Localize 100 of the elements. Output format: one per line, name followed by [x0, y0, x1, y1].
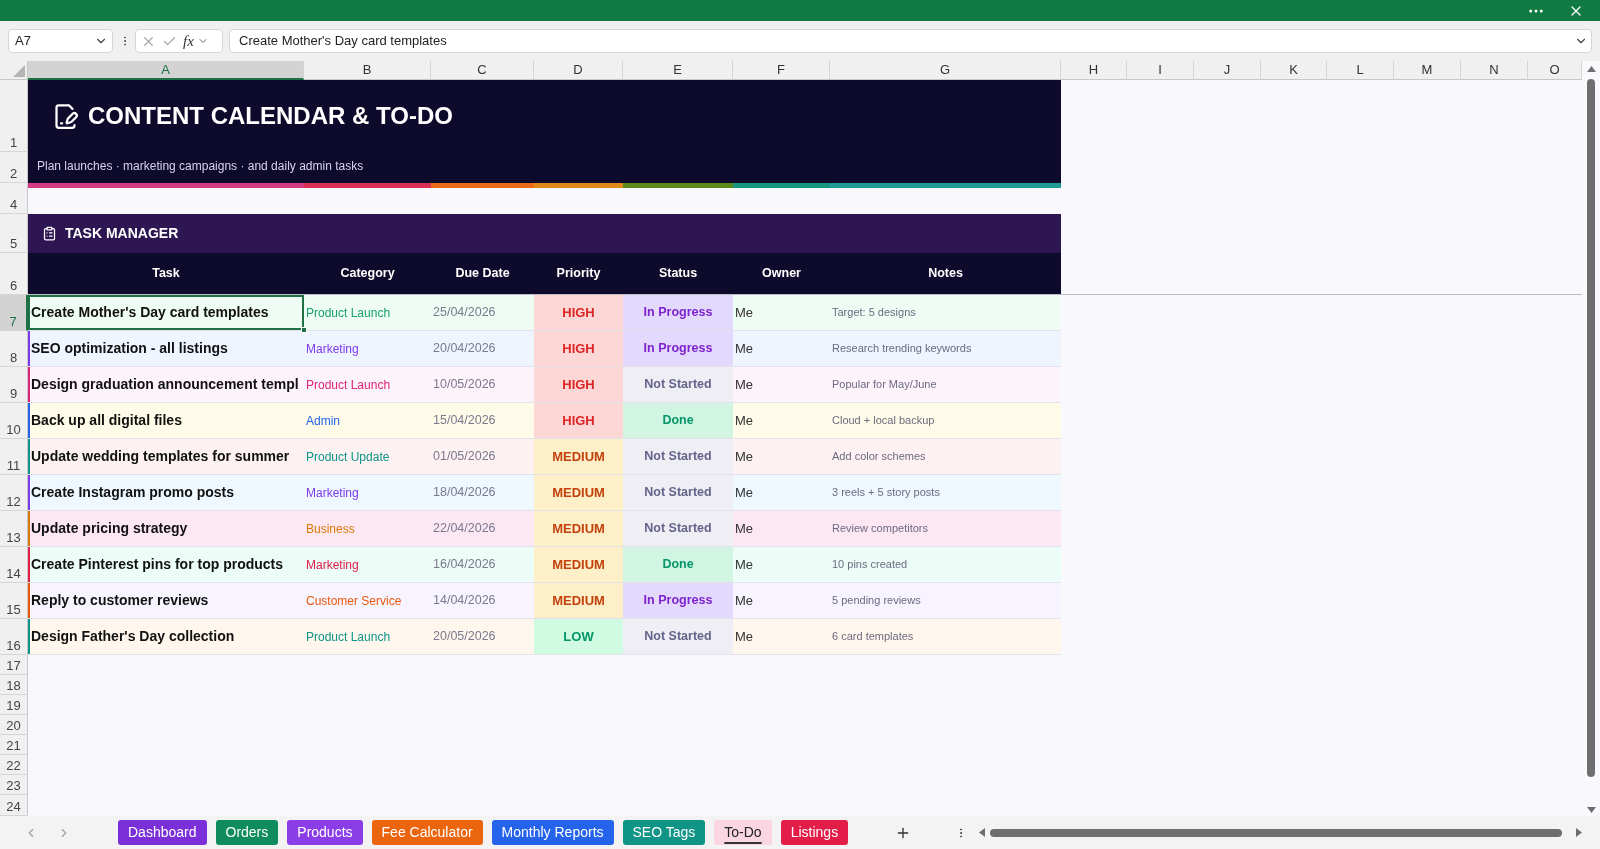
status-cell: Done [623, 403, 733, 438]
insert-function-button[interactable]: fx [183, 33, 194, 49]
row-header[interactable]: 17 [0, 655, 28, 675]
status-cell: In Progress [623, 583, 733, 618]
date-cell-text: 15/04/2026 [432, 412, 497, 430]
owner-cell-text: Me [734, 375, 755, 394]
triangle-icon [13, 65, 25, 77]
column-heading: Due Date [454, 265, 511, 283]
column-header[interactable]: A [28, 61, 304, 80]
row-header[interactable]: 20 [0, 715, 28, 735]
column-header[interactable]: I [1127, 61, 1194, 80]
row-header[interactable]: 4 [0, 188, 28, 214]
triangle-down-icon[interactable] [1586, 807, 1596, 813]
category-cell-text: Admin [305, 412, 341, 430]
row-header[interactable]: 2 [0, 152, 28, 183]
row-header[interactable]: 1 [0, 80, 28, 152]
column-header[interactable]: D [534, 61, 623, 80]
triangle-right-icon[interactable] [1576, 828, 1582, 837]
category-cell-text: Marketing [305, 556, 360, 574]
sheet-tab[interactable]: Dashboard [118, 820, 207, 845]
status-cell: Done [623, 547, 733, 582]
column-heading: Status [657, 265, 699, 283]
column-header[interactable]: M [1394, 61, 1461, 80]
column-header[interactable]: K [1261, 61, 1327, 80]
notes-cell-text: Add color schemes [831, 449, 927, 465]
sheet-tab[interactable]: Orders [215, 820, 279, 845]
column-header[interactable]: H [1061, 61, 1127, 80]
row-header[interactable]: 18 [0, 675, 28, 695]
owner-cell-text: Me [734, 411, 755, 430]
status-cell: In Progress [623, 331, 733, 366]
row-header[interactable]: 16 [0, 619, 28, 655]
task-cell: Create Mother's Day card templates [28, 295, 304, 330]
row-header[interactable]: 8 [0, 331, 28, 367]
notes-cell-text: Popular for May/June [831, 377, 938, 393]
row-header[interactable]: 14 [0, 547, 28, 583]
row-header[interactable]: 21 [0, 735, 28, 755]
row-header[interactable]: 12 [0, 475, 28, 511]
formula-input[interactable]: Create Mother's Day card templates [229, 29, 1592, 53]
sheet-tab[interactable]: Listings [780, 820, 849, 845]
notes-cell-text: 10 pins created [831, 557, 909, 573]
sheet-tab[interactable]: SEO Tags [622, 820, 706, 845]
row-header[interactable]: 22 [0, 755, 28, 775]
row-header[interactable]: 23 [0, 775, 28, 795]
column-header[interactable]: E [623, 61, 733, 80]
row-header[interactable]: 7 [0, 295, 28, 331]
banner-subtitle: Plan launches · marketing campaigns · and daily admin tasks [37, 158, 364, 174]
date-cell-text: 20/05/2026 [432, 628, 497, 646]
scrollbar-thumb[interactable] [990, 828, 1562, 837]
status-cell: Not Started [623, 475, 733, 510]
category-cell-text: Customer Service [305, 592, 403, 610]
notes-cell-text: Cloud + local backup [831, 413, 936, 429]
row-header[interactable]: 15 [0, 583, 28, 619]
column-header[interactable]: G [830, 61, 1061, 80]
category-cell-text: Marketing [305, 340, 360, 358]
triangle-up-icon[interactable] [1586, 66, 1596, 72]
column-header[interactable]: F [733, 61, 830, 80]
category-cell-text: Business [305, 520, 356, 538]
row-header[interactable]: 5 [0, 214, 28, 253]
priority-cell: HIGH [534, 367, 623, 402]
row-header[interactable]: 24 [0, 795, 28, 816]
owner-cell-text: Me [734, 483, 755, 502]
priority-cell: HIGH [534, 295, 623, 330]
column-header[interactable]: O [1528, 61, 1582, 80]
priority-cell: HIGH [534, 331, 623, 366]
scrollbar-thumb[interactable] [1587, 79, 1595, 777]
column-header[interactable]: L [1327, 61, 1394, 80]
column-header[interactable]: N [1461, 61, 1528, 80]
notes-cell-text: Review competitors [831, 521, 929, 537]
column-heading: Category [339, 265, 396, 283]
row-header[interactable]: 9 [0, 367, 28, 403]
row-header[interactable]: 6 [0, 253, 28, 295]
status-cell: Not Started [623, 367, 733, 402]
date-cell-text: 20/04/2026 [432, 340, 497, 358]
notes-cell-text: 5 pending reviews [831, 593, 922, 609]
sheet-tab[interactable]: Products [287, 820, 363, 845]
date-cell-text: 14/04/2026 [432, 592, 497, 610]
row-header[interactable]: 11 [0, 439, 28, 475]
owner-cell-text: Me [734, 627, 755, 646]
owner-cell-text: Me [734, 591, 755, 610]
category-cell-text: Marketing [305, 484, 360, 502]
row-header[interactable]: 10 [0, 403, 28, 439]
column-header[interactable]: J [1194, 61, 1261, 80]
row-header[interactable]: 13 [0, 511, 28, 547]
owner-cell-text: Me [734, 519, 755, 538]
sheet-tab[interactable]: To-Do [714, 820, 772, 845]
priority-cell: LOW [534, 619, 623, 654]
date-cell-text: 18/04/2026 [432, 484, 497, 502]
sheet-tab[interactable]: Monthly Reports [491, 820, 614, 845]
column-heading: Priority [555, 265, 602, 283]
triangle-left-icon[interactable] [979, 828, 986, 837]
name-box[interactable]: A7 [8, 29, 113, 53]
priority-cell: MEDIUM [534, 511, 623, 546]
date-cell-text: 16/04/2026 [432, 556, 497, 574]
status-cell: In Progress [623, 295, 733, 330]
category-cell-text: Product Launch [305, 628, 392, 646]
column-header[interactable]: B [304, 61, 431, 80]
row-header[interactable]: 19 [0, 695, 28, 715]
column-header[interactable]: C [431, 61, 534, 80]
fill-handle[interactable] [301, 327, 307, 333]
status-cell: Not Started [623, 511, 733, 546]
